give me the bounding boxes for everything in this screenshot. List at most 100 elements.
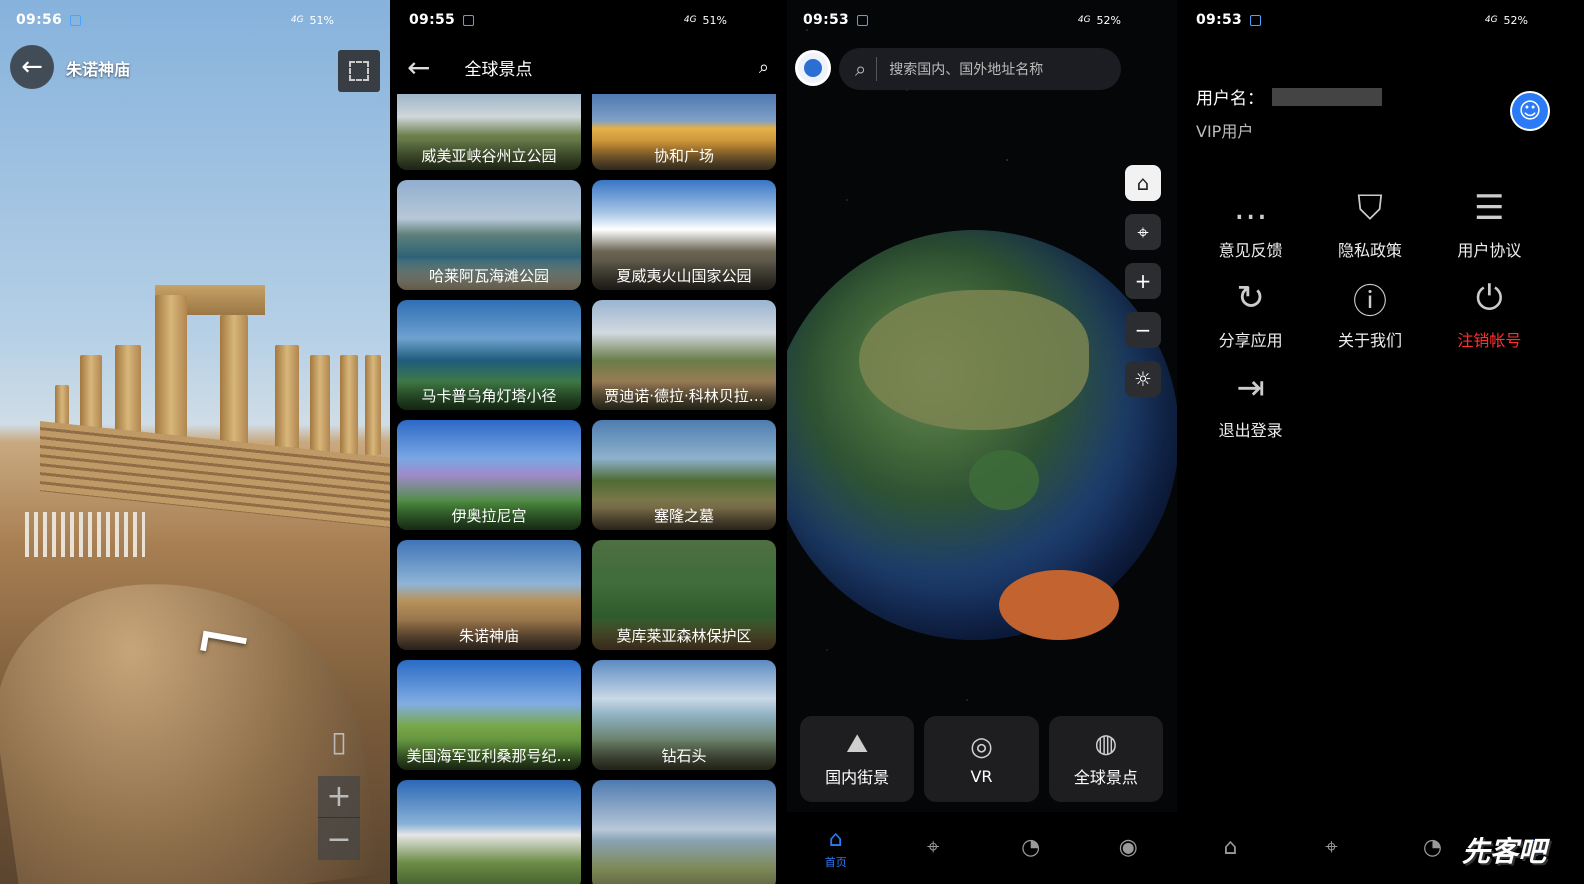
spot-card[interactable]: 钻石头 [592,660,776,770]
menu-label: 分享应用 [1218,331,1283,350]
spot-card[interactable]: 朱诺神庙 [397,540,581,650]
menu-label: 关于我们 [1337,331,1402,350]
spot-label: 朱诺神庙 [397,620,581,650]
menu-delete-account[interactable]: ⏻ 注销帐号 [1430,275,1549,351]
global-spots-panel: 09:55 4G 51% ← 全球景点 ⌕ 威美亚峡谷州立公园 协和广场 哈莱阿瓦… [393,0,783,884]
tab-home[interactable]: ⌂ 首页 [787,826,885,870]
phone-orientation-icon[interactable]: ▯ [318,720,360,762]
menu-feedback[interactable]: … 意见反馈 [1191,185,1310,261]
tab-locate[interactable]: ⌖ [885,834,983,862]
spot-card[interactable]: 伊奥拉尼宫 [397,420,581,530]
menu-label: 隐私政策 [1337,241,1402,260]
spot-card[interactable]: 协和广场 [592,94,776,170]
domestic-streetview-button[interactable]: ⛰ 国内街景 [800,716,915,802]
spot-card[interactable]: 莫库莱亚森林保护区 [592,540,776,650]
global-spots-button[interactable]: ◍ 全球景点 [1048,716,1163,802]
earth-globe[interactable] [787,230,1177,640]
power-icon: ⏻ [1475,278,1503,318]
bottom-tab-bar: ⌂ 首页 ⌖ ◔ ◉ [787,812,1177,884]
zoom-out-button[interactable]: − [1125,312,1161,348]
status-time: 09:53 [803,12,850,28]
status-bar: 09:55 4G 51% [393,0,783,40]
back-arrow-icon: ← [21,52,43,82]
settings-menu: … 意见反馈 ⛉ 隐私政策 ☰ 用户协议 ↻ 分享应用 ⓘ 关于我们 ⏻ 注销帐号 ⇥ 退出登… [1191,185,1549,441]
tab-home[interactable]: ⌂ [1180,834,1281,862]
battery-level: 51% [309,13,334,27]
australia-landmass [999,570,1119,640]
crosshair-icon: ⌖ [1325,835,1338,860]
status-time: 09:56 [16,12,63,28]
zoom-in-button[interactable]: + [1125,263,1161,299]
menu-agreement[interactable]: ☰ 用户协议 [1430,185,1549,261]
shield-icon: ⛉ [1357,188,1383,228]
spot-card[interactable]: 贾迪诺·德拉·科林贝拉… [592,300,776,410]
menu-label: 注销帐号 [1457,331,1522,350]
chat-bubble-icon: … [1233,188,1268,228]
globe-home-panel: 09:53 4G 52% ⌕ 搜索国内、国外地址名称 ⌂ ⌖ + − ☼ ⛰ 国内街… [787,0,1177,884]
zoom-controls: ▯ + − [318,720,360,860]
avatar-icon[interactable]: ☺ [1510,91,1550,131]
spot-card[interactable]: 塞隆之墓 [592,420,776,530]
site-watermark: 先客吧 [1461,835,1546,868]
nav-arrow-icon[interactable]: ⌐ [188,595,260,686]
username: 用户名： [1196,84,1382,109]
spot-card[interactable] [397,780,581,884]
vr-headset-icon: ◎ [970,731,993,762]
tab-locate[interactable]: ⌖ [1281,834,1382,862]
spot-label: 夏威夷火山国家公园 [592,260,776,290]
globe-icon: ◍ [1094,729,1118,759]
notification-icon [1250,14,1262,26]
status-bar: 09:56 4G 51% [0,0,390,40]
battery-level: 52% [1503,13,1528,27]
menu-privacy[interactable]: ⛉ 隐私政策 [1310,185,1429,261]
zoom-in-button[interactable]: + [318,776,360,818]
home-view-button[interactable]: ⌂ [1125,165,1161,201]
fullscreen-button[interactable] [338,50,380,92]
compass-icon: ◔ [1422,835,1443,860]
document-icon: ☰ [1474,188,1505,228]
search-icon[interactable]: ⌕ [759,57,769,78]
menu-label: 用户协议 [1457,241,1522,260]
page-title: 全球景点 [464,59,533,80]
status-bar: 09:53 4G 52% [1180,0,1584,40]
search-icon: ⌕ [855,57,867,81]
tab-profile[interactable]: ◉ [1080,834,1178,862]
logout-icon: ⇥ [1236,368,1265,408]
menu-about[interactable]: ⓘ 关于我们 [1310,275,1429,351]
back-button[interactable]: ← [10,45,54,89]
asia-landmass [859,290,1089,430]
tab-label: 首页 [824,856,847,869]
tab-compass[interactable]: ◔ [982,834,1080,862]
quick-actions: ⛰ 国内街景 ◎ VR ◍ 全球景点 [800,716,1163,802]
fence [25,512,145,557]
brightness-button[interactable]: ☼ [1125,361,1161,397]
spot-label: 美国海军亚利桑那号纪… [397,740,581,770]
signal-icon: 4G [1077,14,1091,25]
spot-card[interactable]: 美国海军亚利桑那号纪… [397,660,581,770]
spot-card[interactable] [592,780,776,884]
notification-icon [70,14,82,26]
spot-card[interactable]: 哈莱阿瓦海滩公园 [397,180,581,290]
spot-label: 钻石头 [592,740,776,770]
spot-card[interactable]: 马卡普乌角灯塔小径 [397,300,581,410]
spot-card[interactable]: 夏威夷火山国家公园 [592,180,776,290]
streetview-panel: ⌐ 09:56 4G 51% ← 朱诺神庙 ▯ + − [0,0,390,884]
share-icon: ↻ [1236,278,1265,318]
status-time: 09:55 [409,12,456,28]
map-tools: ⌂ ⌖ + − ☼ [1125,165,1161,410]
back-arrow-icon[interactable]: ← [407,51,430,84]
username-label: 用户名： [1196,89,1264,109]
search-input[interactable]: ⌕ 搜索国内、国外地址名称 [839,48,1121,90]
home-icon: ⌂ [828,827,843,852]
spot-card[interactable]: 威美亚峡谷州立公园 [397,94,581,170]
app-logo-icon[interactable] [795,50,831,86]
status-bar: 09:53 4G 52% [787,0,1177,40]
vr-button[interactable]: ◎ VR [924,716,1039,802]
menu-logout[interactable]: ⇥ 退出登录 [1191,365,1310,441]
locate-button[interactable]: ⌖ [1125,214,1161,250]
notification-icon [857,14,869,26]
menu-share[interactable]: ↻ 分享应用 [1191,275,1310,351]
spot-label: 伊奥拉尼宫 [397,500,581,530]
zoom-out-button[interactable]: − [318,818,360,860]
username-mask [1272,87,1382,106]
